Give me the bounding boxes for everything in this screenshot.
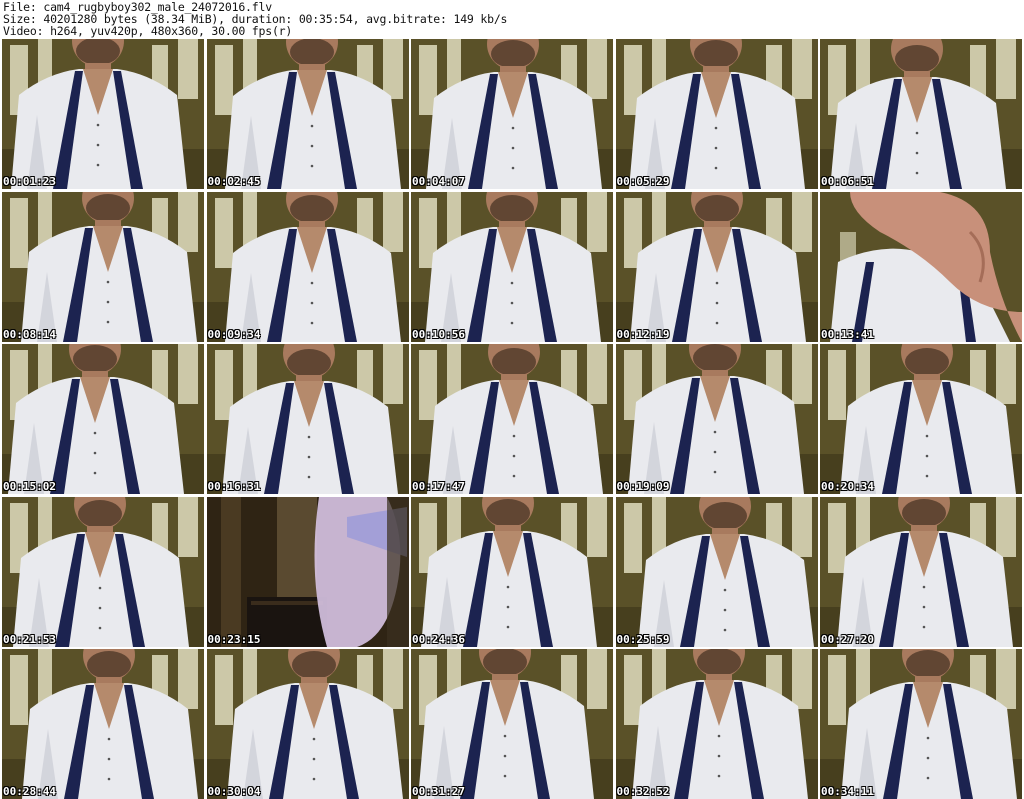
thumbnail-grid: 00:01:23 00:02:45 00:04:07 00:05:29 00:06:51… (2, 39, 1022, 799)
thumbnail-frame-image (206, 39, 409, 189)
video-thumbnail: 00:20:34 (820, 344, 1022, 494)
thumbnail-timestamp: 00:05:29 (616, 175, 670, 188)
thumbnail-frame-image (206, 496, 409, 647)
video-thumbnail: 00:08:14 (2, 191, 204, 342)
thumbnail-timestamp: 00:10:56 (412, 327, 465, 341)
thumbnail-timestamp: 00:32:52 (616, 785, 670, 798)
thumbnail-timestamp: 00:31:27 (412, 785, 465, 798)
video-thumbnail: 00:32:52 (615, 649, 818, 799)
thumbnail-timestamp: 00:27:20 (821, 632, 874, 646)
video-thumbnail: 00:01:23 (2, 39, 204, 189)
thumbnail-frame-image (206, 344, 409, 494)
thumbnail-timestamp: 00:21:53 (3, 632, 56, 646)
thumbnail-timestamp: 00:09:34 (207, 327, 261, 341)
video-thumbnail: 00:10:56 (411, 191, 613, 342)
thumbnail-frame-image (820, 496, 1022, 647)
video-thumbnail: 00:06:51 (820, 39, 1022, 189)
video-thumbnail: 00:34:11 (820, 649, 1022, 799)
video-thumbnail: 00:17:47 (411, 344, 613, 494)
video-thumbnail: 00:21:53 (2, 496, 204, 647)
video-thumbnail: 00:16:31 (206, 344, 409, 494)
video-thumbnail: 00:27:20 (820, 496, 1022, 647)
video-thumbnail: 00:13:41 (820, 191, 1022, 342)
thumbnail-timestamp: 00:16:31 (207, 480, 261, 493)
thumbnail-frame-image (411, 496, 613, 647)
video-thumbnail: 00:15:02 (2, 344, 204, 494)
video-thumbnail: 00:02:45 (206, 39, 409, 189)
video-thumbnail: 00:30:04 (206, 649, 409, 799)
video-thumbnail: 00:09:34 (206, 191, 409, 342)
thumbnail-frame-image (615, 39, 818, 189)
thumbnail-frame-image (615, 191, 818, 342)
thumbnail-timestamp: 00:20:34 (821, 480, 874, 493)
video-thumbnail: 00:31:27 (411, 649, 613, 799)
thumbnail-timestamp: 00:15:02 (3, 480, 56, 493)
thumbnail-timestamp: 00:19:09 (616, 480, 670, 493)
thumbnail-timestamp: 00:30:04 (207, 785, 261, 798)
thumbnail-frame-image (2, 649, 204, 799)
file-info-header: File: cam4_rugbyboy302_male_24072016.flv… (0, 0, 1024, 38)
video-thumbnail: 00:19:09 (615, 344, 818, 494)
thumbnail-timestamp: 00:12:19 (616, 327, 670, 341)
video-thumbnail: 00:25:59 (615, 496, 818, 647)
video-info-line: Video: h264, yuv420p, 480x360, 30.00 fps… (3, 24, 293, 38)
thumbnail-frame-image (820, 649, 1022, 799)
thumbnail-frame-image (820, 39, 1022, 189)
thumbnail-frame-image (411, 649, 613, 799)
thumbnail-frame-image (411, 191, 613, 342)
video-thumbnail: 00:05:29 (615, 39, 818, 189)
thumbnail-timestamp: 00:24:36 (412, 632, 465, 646)
thumbnail-frame-image (2, 191, 204, 342)
thumbnail-timestamp: 00:13:41 (821, 327, 874, 341)
thumbnail-frame-image (820, 344, 1022, 494)
thumbnail-frame-image (2, 344, 204, 494)
thumbnail-timestamp: 00:02:45 (207, 175, 261, 188)
thumbnail-timestamp: 00:06:51 (821, 175, 874, 188)
thumbnail-frame-image (2, 39, 204, 189)
thumbnail-timestamp: 00:23:15 (207, 632, 261, 646)
video-thumbnail: 00:24:36 (411, 496, 613, 647)
thumbnail-timestamp: 00:28:44 (3, 785, 56, 798)
thumbnail-timestamp: 00:17:47 (412, 480, 465, 493)
video-thumbnail: 00:12:19 (615, 191, 818, 342)
thumbnail-timestamp: 00:34:11 (821, 785, 874, 798)
thumbnail-frame-image (820, 191, 1022, 342)
thumbnail-frame-image (2, 496, 204, 647)
thumbnail-timestamp: 00:25:59 (616, 632, 670, 646)
thumbnail-frame-image (615, 496, 818, 647)
thumbnail-frame-image (615, 344, 818, 494)
thumbnail-frame-image (206, 649, 409, 799)
thumbnail-frame-image (411, 344, 613, 494)
thumbnail-frame-image (615, 649, 818, 799)
thumbnail-timestamp: 00:08:14 (3, 327, 56, 341)
video-thumbnail: 00:28:44 (2, 649, 204, 799)
video-thumbnail: 00:23:15 (206, 496, 409, 647)
thumbnail-timestamp: 00:04:07 (412, 175, 465, 188)
thumbnail-frame-image (206, 191, 409, 342)
thumbnail-frame-image (411, 39, 613, 189)
video-thumbnail: 00:04:07 (411, 39, 613, 189)
thumbnail-timestamp: 00:01:23 (3, 175, 56, 188)
